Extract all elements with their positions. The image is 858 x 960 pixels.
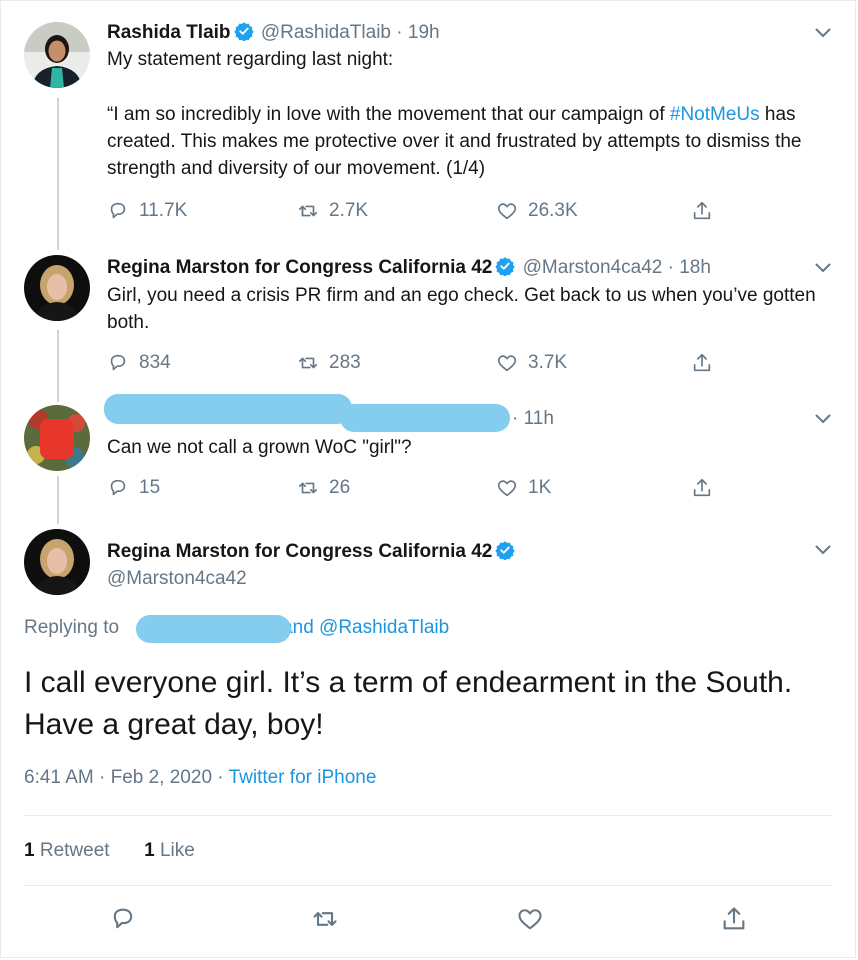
avatar-marston[interactable] xyxy=(24,529,90,595)
reply-button[interactable] xyxy=(109,905,137,933)
main-tweet-handle-row: @Marston4ca42 xyxy=(107,568,247,590)
retweet-count: 26 xyxy=(329,477,351,498)
like-icon xyxy=(497,203,517,220)
verified-badge-icon xyxy=(233,22,254,41)
avatar-marston[interactable] xyxy=(24,255,90,321)
retweet-icon xyxy=(313,912,337,926)
like-button[interactable]: 1K xyxy=(496,477,551,499)
verified-badge-icon xyxy=(495,257,516,276)
tweet-text: Can we not call a grown WoC "girl"? xyxy=(107,437,412,458)
share-icon xyxy=(723,907,745,930)
redacted-handle xyxy=(340,404,510,432)
divider xyxy=(24,815,832,816)
like-icon xyxy=(518,909,542,930)
engagement-stats: 1 Retweet 1 Like xyxy=(24,840,195,862)
main-tweet-text: I call everyone girl. It’s a term of end… xyxy=(24,666,793,741)
tweet-text: Girl, you need a crisis PR firm and an e… xyxy=(107,285,816,333)
chevron-down-icon[interactable] xyxy=(815,414,831,424)
reply-button[interactable]: 834 xyxy=(107,352,171,374)
tweet-time[interactable]: 19h xyxy=(408,22,440,43)
verified-badge-icon xyxy=(495,541,516,560)
author-name[interactable]: Regina Marston for Congress California 4… xyxy=(107,541,492,562)
share-button[interactable] xyxy=(720,905,748,933)
reply-button[interactable]: 11.7K xyxy=(107,200,187,222)
tweet-metadata: 6:41 AM · Feb 2, 2020 · Twitter for iPho… xyxy=(24,767,376,789)
like-icon xyxy=(497,480,517,497)
like-count: 1K xyxy=(528,477,552,498)
share-icon xyxy=(693,478,711,497)
share-button[interactable] xyxy=(691,200,713,222)
retweet-icon xyxy=(298,205,318,217)
avatar-rashida[interactable] xyxy=(24,22,90,88)
reply-count: 834 xyxy=(139,352,171,373)
share-button[interactable] xyxy=(691,477,713,499)
retweet-button[interactable]: 283 xyxy=(297,352,361,374)
author-handle[interactable]: @Marston4ca42 xyxy=(523,257,663,278)
author-name[interactable]: Rashida Tlaib xyxy=(107,22,231,43)
like-count: 3.7K xyxy=(528,352,568,373)
replying-to-link[interactable]: and @RashidaTlaib xyxy=(282,617,449,638)
avatar-redacted-user[interactable] xyxy=(24,405,90,471)
share-button[interactable] xyxy=(691,352,713,374)
like-button[interactable] xyxy=(516,905,544,933)
reply-icon xyxy=(110,479,126,496)
thread-line xyxy=(57,330,59,402)
tweet-header: Rashida Tlaib @RashidaTlaib · 19h xyxy=(107,22,440,43)
redacted-name xyxy=(104,394,352,424)
divider xyxy=(24,885,832,886)
hashtag-link[interactable]: #NotMeUs xyxy=(670,104,760,125)
retweet-count: 283 xyxy=(329,352,361,373)
tweet-time[interactable]: 11h xyxy=(524,408,554,429)
reply-count: 11.7K xyxy=(139,200,188,221)
reply-button[interactable]: 15 xyxy=(107,477,160,499)
thread-line xyxy=(57,476,59,524)
chevron-down-icon[interactable] xyxy=(815,28,831,38)
reply-count: 15 xyxy=(139,477,161,498)
tweet-time[interactable]: 18h xyxy=(679,257,711,278)
tweet-source-link[interactable]: Twitter for iPhone xyxy=(229,767,377,788)
retweet-count: 2.7K xyxy=(329,200,369,221)
tweet-header: Regina Marston for Congress California 4… xyxy=(107,257,711,278)
redacted-reply-target xyxy=(136,615,291,643)
tweet-header: · 11h xyxy=(512,408,554,429)
author-handle[interactable]: @RashidaTlaib xyxy=(261,22,391,43)
reply-icon xyxy=(113,908,133,929)
like-button[interactable]: 26.3K xyxy=(496,200,578,222)
share-icon xyxy=(693,201,711,220)
retweet-button[interactable] xyxy=(311,905,339,933)
share-icon xyxy=(693,353,711,372)
retweet-icon xyxy=(298,357,318,369)
retweet-icon xyxy=(298,482,318,494)
retweet-button[interactable]: 2.7K xyxy=(297,200,368,222)
chevron-down-icon[interactable] xyxy=(815,263,831,273)
tweet-timestamp[interactable]: 6:41 AM · Feb 2, 2020 · xyxy=(24,767,224,788)
like-stat[interactable]: 1 Like xyxy=(144,840,195,861)
retweet-stat[interactable]: 1 Retweet xyxy=(24,840,110,861)
author-handle[interactable]: @Marston4ca42 xyxy=(107,568,247,589)
reply-icon xyxy=(110,202,126,219)
retweet-button[interactable]: 26 xyxy=(297,477,350,499)
like-icon xyxy=(497,355,517,372)
like-count: 26.3K xyxy=(528,200,578,221)
reply-icon xyxy=(110,354,126,371)
chevron-down-icon[interactable] xyxy=(815,545,831,555)
main-tweet-header: Regina Marston for Congress California 4… xyxy=(107,540,517,563)
author-name[interactable]: Regina Marston for Congress California 4… xyxy=(107,257,492,278)
like-button[interactable]: 3.7K xyxy=(496,352,567,374)
tweet-text: My statement regarding last night: “I am… xyxy=(107,49,802,179)
thread-line xyxy=(57,98,59,250)
